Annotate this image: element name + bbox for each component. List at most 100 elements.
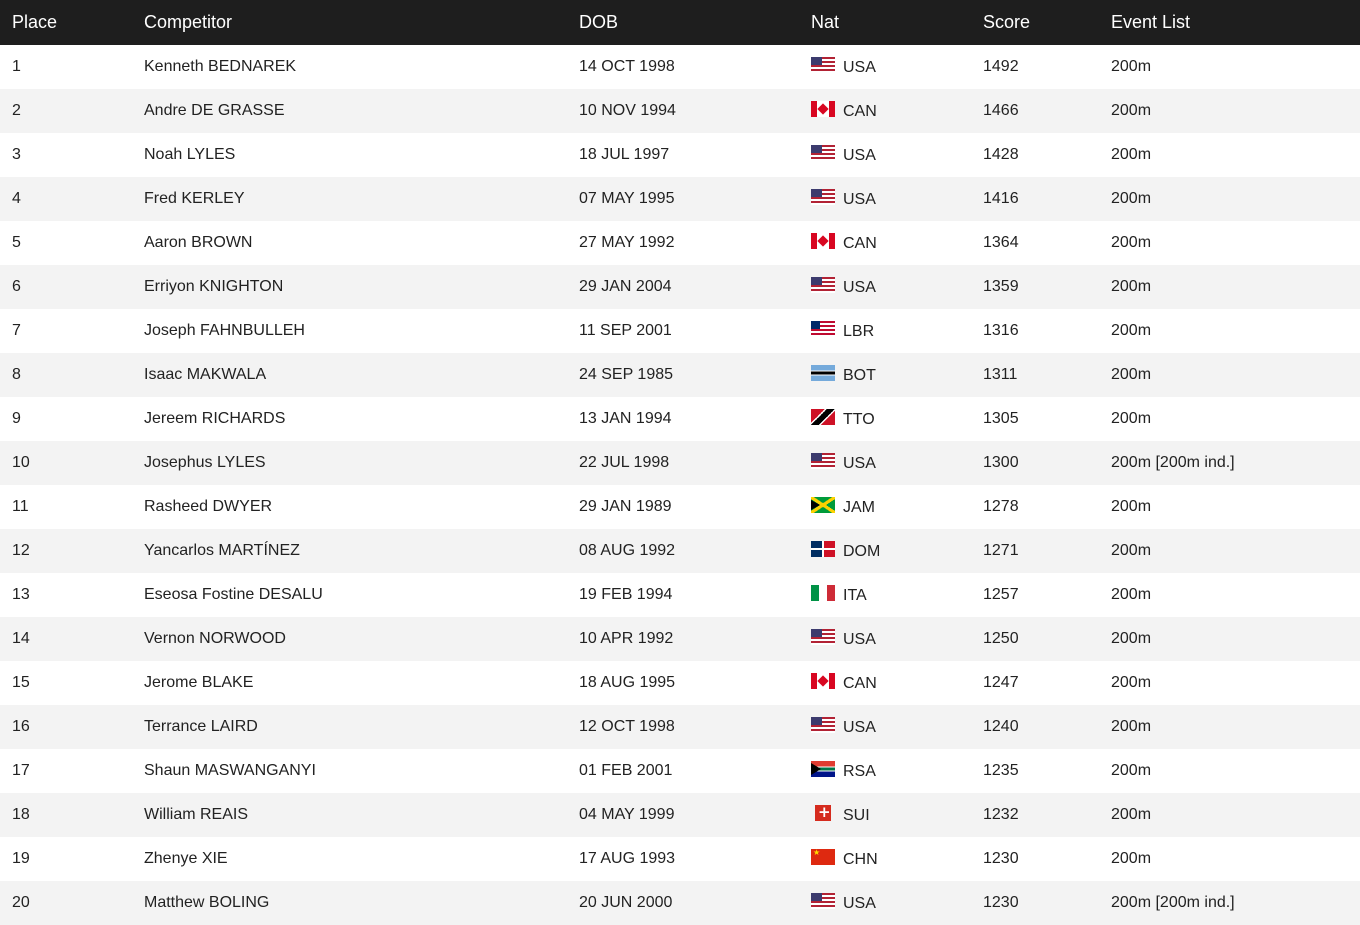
jamaica-flag-icon xyxy=(811,497,835,513)
usa-flag-icon xyxy=(811,277,835,293)
score-cell: 1271 xyxy=(983,529,1111,573)
place-cell: 15 xyxy=(12,674,30,691)
nat-cell: CAN xyxy=(811,89,983,133)
nat-cell: TTO xyxy=(811,397,983,441)
nat-cell: ITA xyxy=(811,573,983,617)
dob-cell: 13 JAN 1994 xyxy=(579,410,672,427)
table-row: 15 Jerome BLAKE 18 AUG 1995 CAN 1247 200m xyxy=(0,661,1360,705)
usa-flag-icon xyxy=(811,893,835,909)
score-cell: 1316 xyxy=(983,322,1019,339)
dob-cell: 19 FEB 1994 xyxy=(579,586,673,603)
nat-cell: USA xyxy=(811,45,983,89)
dob-cell: 11 SEP 2001 xyxy=(579,322,672,339)
nat-code: TTO xyxy=(843,411,875,428)
event-list-cell: 200m xyxy=(1111,89,1360,133)
place-cell: 11 xyxy=(12,498,29,515)
event-list-cell: 200m [200m ind.] xyxy=(1111,881,1360,925)
liberia-flag-icon xyxy=(811,321,835,337)
event-list-cell: 200m xyxy=(1111,586,1152,603)
score-cell: 1300 xyxy=(983,441,1111,485)
competitor-link[interactable]: Noah LYLES xyxy=(144,133,579,177)
dob-cell: 07 MAY 1995 xyxy=(579,177,811,221)
event-list-cell: 200m xyxy=(1111,674,1152,691)
nat-cell: CHN xyxy=(811,837,983,881)
column-header-competitor[interactable]: Competitor xyxy=(144,0,579,45)
nat-cell: SUI xyxy=(811,793,983,837)
nat-code: ITA xyxy=(843,587,867,604)
place-cell: 18 xyxy=(0,793,144,837)
event-list-cell: 200m xyxy=(1111,617,1360,661)
usa-flag-icon xyxy=(811,57,835,73)
column-header-dob[interactable]: DOB xyxy=(579,0,811,45)
usa-flag-icon xyxy=(811,189,835,205)
usa-flag-icon xyxy=(811,717,835,733)
canada-flag-icon xyxy=(811,673,835,689)
score-cell: 1257 xyxy=(983,586,1019,603)
botswana-flag-icon xyxy=(811,365,835,381)
place-cell: 20 xyxy=(0,881,144,925)
column-header-place[interactable]: Place xyxy=(0,0,144,45)
competitor-link[interactable]: Shaun MASWANGANYI xyxy=(144,749,579,793)
nat-code: CAN xyxy=(843,103,877,120)
competitor-link[interactable]: Joseph FAHNBULLEH xyxy=(144,309,579,353)
column-header-nat[interactable]: Nat xyxy=(811,0,983,45)
table-header: Place Competitor DOB Nat Score Event Lis… xyxy=(0,0,1360,45)
event-list-cell: 200m xyxy=(1111,793,1360,837)
score-cell: 1250 xyxy=(983,617,1111,661)
nat-cell: USA xyxy=(811,133,983,177)
nat-code: USA xyxy=(843,59,876,76)
table-row: 13 Eseosa Fostine DESALU 19 FEB 1994 ITA 125… xyxy=(0,573,1360,617)
score-cell: 1305 xyxy=(983,410,1019,427)
competitor-link[interactable]: Matthew BOLING xyxy=(144,881,579,925)
nat-code: USA xyxy=(843,631,876,648)
dob-cell: 24 SEP 1985 xyxy=(579,353,811,397)
event-list-cell: 200m xyxy=(1111,265,1360,309)
competitor-link[interactable]: Rasheed DWYER xyxy=(144,485,579,529)
nat-cell: USA xyxy=(811,265,983,309)
competitor-link[interactable]: Terrance LAIRD xyxy=(144,705,579,749)
nat-cell: CAN xyxy=(811,661,983,705)
table-row: 18William REAIS04 MAY 1999 SUI 1232200m xyxy=(0,793,1360,837)
event-list-cell: 200m xyxy=(1111,850,1152,867)
score-cell: 1230 xyxy=(983,881,1111,925)
nat-cell: USA xyxy=(811,881,983,925)
competitor-link[interactable]: Josephus LYLES xyxy=(144,441,579,485)
nat-code: DOM xyxy=(843,543,881,560)
competitor-link[interactable]: Fred KERLEY xyxy=(144,177,579,221)
competitor-link[interactable]: William REAIS xyxy=(144,793,579,837)
competitor-link[interactable]: Jerome BLAKE xyxy=(144,661,579,705)
competitor-link[interactable]: Yancarlos MARTÍNEZ xyxy=(144,529,579,573)
dob-cell: 08 AUG 1992 xyxy=(579,529,811,573)
column-header-score[interactable]: Score xyxy=(983,0,1111,45)
nat-code: CHN xyxy=(843,851,878,868)
place-cell: 10 xyxy=(0,441,144,485)
event-list-cell: 200m xyxy=(1111,498,1152,515)
place-cell: 12 xyxy=(0,529,144,573)
competitor-link[interactable]: Andre DE GRASSE xyxy=(144,89,579,133)
nat-cell: USA xyxy=(811,705,983,749)
competitor-link[interactable]: Kenneth BEDNAREK xyxy=(144,45,579,89)
competitor-link[interactable]: Jereem RICHARDS xyxy=(144,397,579,441)
italy-flag-icon xyxy=(811,585,835,601)
competitor-link[interactable]: Aaron BROWN xyxy=(144,221,579,265)
competitor-link[interactable]: Isaac MAKWALA xyxy=(144,353,579,397)
competitor-link[interactable]: Erriyon KNIGHTON xyxy=(144,265,579,309)
competitor-link[interactable]: Vernon NORWOOD xyxy=(144,617,579,661)
dob-cell: 14 OCT 1998 xyxy=(579,58,675,75)
nat-code: CAN xyxy=(843,235,877,252)
dob-cell: 10 NOV 1994 xyxy=(579,89,811,133)
column-header-event-list[interactable]: Event List xyxy=(1111,0,1360,45)
competitor-link[interactable]: Eseosa Fostine DESALU xyxy=(144,573,579,617)
score-cell: 1235 xyxy=(983,762,1019,779)
nat-cell: USA xyxy=(811,177,983,221)
place-cell: 1 xyxy=(12,58,21,75)
event-list-cell: 200m xyxy=(1111,705,1360,749)
nat-code: CAN xyxy=(843,675,877,692)
nat-code: USA xyxy=(843,279,876,296)
competitor-link[interactable]: Zhenye XIE xyxy=(144,837,579,881)
china-flag-icon xyxy=(811,849,835,865)
place-cell: 8 xyxy=(0,353,144,397)
table-row: 20 Matthew BOLING 20 JUN 2000 USA 1230 200m [… xyxy=(0,881,1360,925)
score-cell: 1311 xyxy=(983,353,1111,397)
usa-flag-icon xyxy=(811,453,835,469)
